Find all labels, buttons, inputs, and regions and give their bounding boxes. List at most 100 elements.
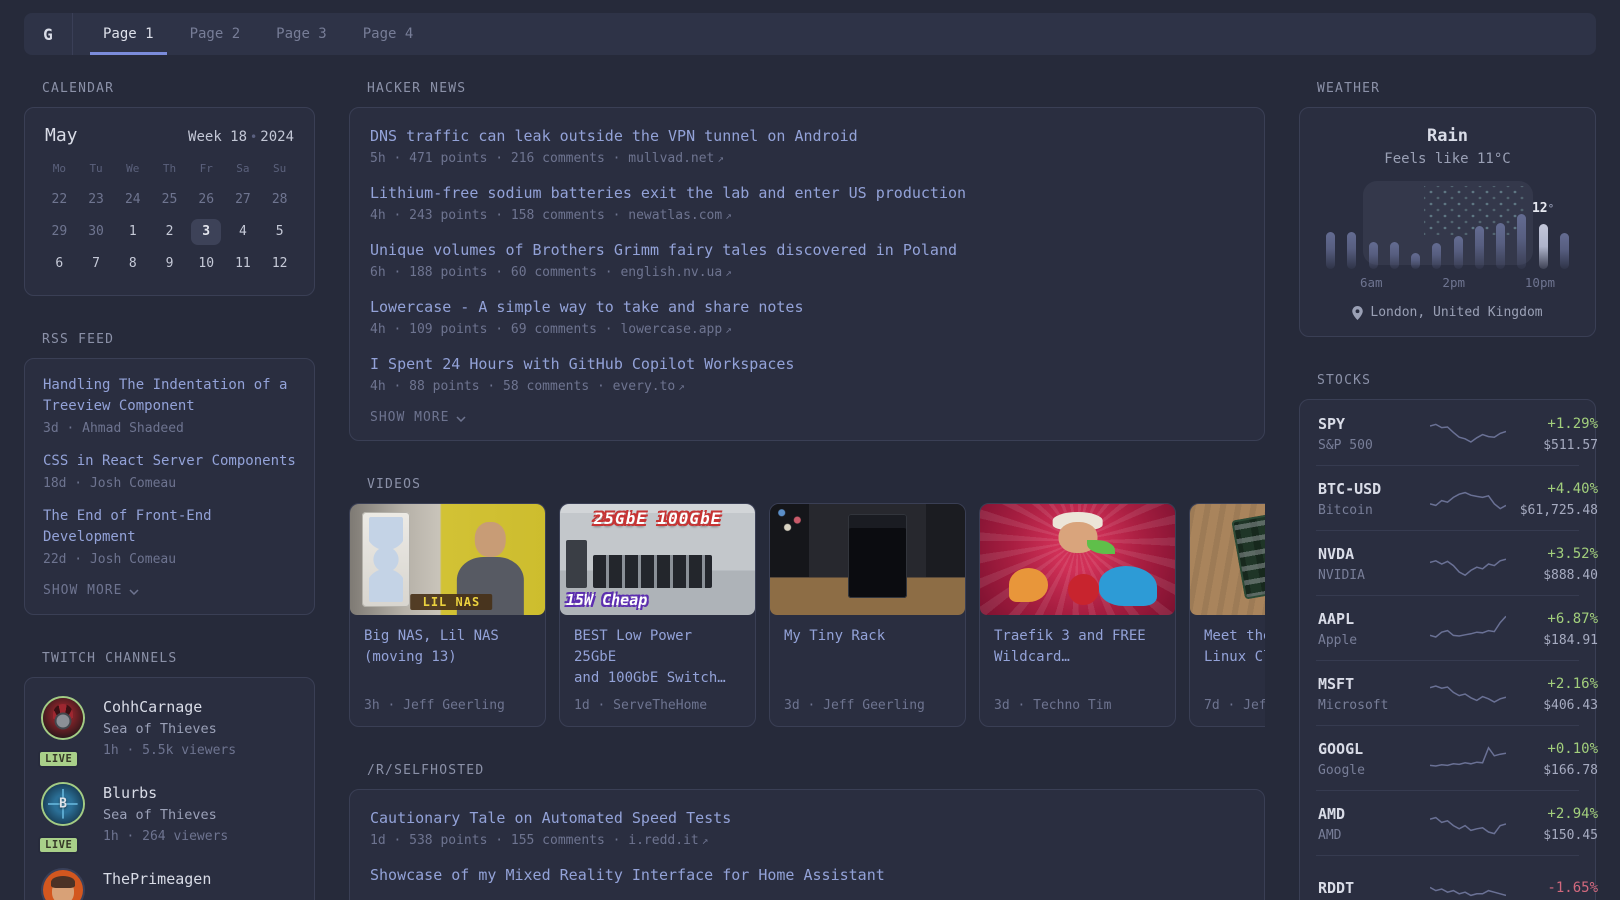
- tab-page-2[interactable]: Page 2: [177, 13, 254, 55]
- left-column: CALENDAR May Week 18 • 2024 Mo Tu We Th Fr Sa Su…: [24, 81, 315, 900]
- stock-row[interactable]: MSFT Microsoft +2.16% $406.43: [1316, 660, 1598, 725]
- thumbnail-art: [565, 539, 588, 589]
- weather-hour-slot: [1505, 275, 1525, 290]
- hackernews-item-domain-link[interactable]: mullvad.net: [628, 151, 714, 166]
- hackernews-item-title[interactable]: I Spent 24 Hours with GitHub Copilot Wor…: [370, 353, 1244, 375]
- stock-row[interactable]: AMD AMD +2.94% $150.45: [1316, 790, 1598, 855]
- stock-price: $184.91: [1543, 632, 1598, 648]
- stock-row[interactable]: SPY S&P 500 +1.29% $511.57: [1316, 401, 1598, 465]
- stock-row[interactable]: RDDT -1.65%: [1316, 855, 1598, 900]
- video-title[interactable]: Big NAS, Lil NAS (moving 13): [350, 615, 545, 668]
- video-thumbnail[interactable]: 25GbE 100GbE 15W Cheap: [560, 504, 755, 615]
- calendar-day-selected: 3: [188, 218, 225, 245]
- hackernews-show-more-button[interactable]: SHOW MORE: [370, 410, 1244, 425]
- video-card[interactable]: Traefik 3 and FREE Wildcard… 3d · Techno T…: [979, 503, 1176, 727]
- hackernews-item-title[interactable]: DNS traffic can leak outside the VPN tun…: [370, 125, 1244, 147]
- video-title[interactable]: Meet the Linux Clu: [1190, 615, 1265, 668]
- avatar[interactable]: C: [43, 698, 83, 738]
- avatar[interactable]: [43, 870, 83, 900]
- list-item: Lowercase - A simple way to take and sha…: [370, 296, 1244, 337]
- stock-row[interactable]: BTC-USD Bitcoin +4.40% $61,725.48: [1316, 465, 1598, 530]
- video-meta: 3h · Jeff Geerling: [364, 698, 505, 713]
- hackernews-item-domain-link[interactable]: lowercase.app: [620, 322, 722, 337]
- video-card[interactable]: LIL NAS Big NAS, Lil NAS (moving 13) 3h · J…: [349, 503, 546, 727]
- hackernews-item-title[interactable]: Unique volumes of Brothers Grimm fairy t…: [370, 239, 1244, 261]
- hackernews-item-domain-link[interactable]: every.to: [613, 379, 676, 394]
- tab-page-3[interactable]: Page 3: [263, 13, 340, 55]
- calendar-day: 7: [92, 256, 100, 271]
- stock-row[interactable]: NVDA NVIDIA +3.52% $888.40: [1316, 530, 1598, 595]
- thumbnail-art: [1231, 504, 1265, 600]
- twitch-channel-text: CohhCarnage Sea of Thieves 1h · 5.5k viewe…: [103, 696, 236, 761]
- video-meta: 3d · Techno Tim: [994, 698, 1112, 713]
- hackernews-item-domain-link[interactable]: newatlas.com: [628, 208, 722, 223]
- weather-hour-label: 2pm: [1442, 275, 1465, 290]
- twitch-channel-meta: 1h · 264 viewers: [103, 829, 229, 844]
- stock-sparkline: [1430, 803, 1506, 843]
- stock-row[interactable]: GOOGL Google +0.10% $166.78: [1316, 725, 1598, 790]
- stocks-list: SPY S&P 500 +1.29% $511.57 BTC-USD Bitcoin +4.…: [1316, 401, 1598, 900]
- weather-hour-slot: [1422, 275, 1442, 290]
- video-thumbnail[interactable]: [980, 504, 1175, 615]
- avatar[interactable]: B: [43, 784, 83, 824]
- twitch-channel-item[interactable]: C LIVE CohhCarnage Sea of Thieves 1h · 5.5k …: [38, 696, 296, 768]
- rss-item-title[interactable]: Handling The Indentation of a Treeview C…: [43, 375, 296, 417]
- twitch-channel-item[interactable]: B LIVE Blurbs Sea of Thieves 1h · 264 viewer…: [38, 782, 296, 854]
- stock-row[interactable]: AAPL Apple +6.87% $184.91: [1316, 595, 1598, 660]
- avatar-wrap: C LIVE: [38, 696, 87, 768]
- hackernews-item-title[interactable]: Lithium-free sodium batteries exit the l…: [370, 182, 1244, 204]
- rss-item-title[interactable]: The End of Front-End Development: [43, 506, 296, 548]
- video-title[interactable]: Traefik 3 and FREE Wildcard…: [980, 615, 1175, 668]
- hackernews-item-title[interactable]: Lowercase - A simple way to take and sha…: [370, 296, 1244, 318]
- stock-change: +4.40%: [1547, 480, 1598, 497]
- stock-name: AMD: [1318, 827, 1342, 843]
- twitch-channel-name[interactable]: ThePrimeagen: [103, 868, 211, 890]
- video-thumbnail[interactable]: FAS: [1190, 504, 1265, 615]
- reddit-item-title[interactable]: Showcase of my Mixed Reality Interface f…: [370, 864, 1244, 886]
- stock-name: Bitcoin: [1318, 502, 1373, 518]
- video-card[interactable]: FAS Meet the Linux Clu 7d · Jeff: [1189, 503, 1265, 727]
- video-thumbnail[interactable]: LIL NAS: [350, 504, 545, 615]
- hackernews-item-domain-link[interactable]: english.nv.ua: [620, 265, 722, 280]
- stock-values: +0.10% $166.78: [1506, 739, 1598, 778]
- weather-bar: [1411, 253, 1421, 269]
- calendar-day: 23: [88, 192, 104, 207]
- video-thumbnail[interactable]: [770, 504, 965, 615]
- thumbnail-art: [1067, 573, 1099, 606]
- tab-page-1[interactable]: Page 1: [90, 13, 167, 55]
- video-title[interactable]: BEST Low Power 25GbE and 100GbE Switch…: [560, 615, 755, 689]
- rss-show-more-button[interactable]: SHOW MORE: [43, 583, 296, 598]
- video-card[interactable]: 25GbE 100GbE 15W Cheap BEST Low Power 25Gb…: [559, 503, 756, 727]
- hackernews-item-meta: 4h · 88 points · 58 comments · every.to ↗: [370, 379, 685, 394]
- section-label-twitch: TWITCH CHANNELS: [42, 651, 178, 666]
- twitch-list: C LIVE CohhCarnage Sea of Thieves 1h · 5.5k …: [38, 696, 296, 900]
- rss-item-title[interactable]: CSS in React Server Components: [43, 451, 296, 472]
- twitch-channel-name[interactable]: CohhCarnage: [103, 696, 236, 718]
- twitch-channel-name[interactable]: Blurbs: [103, 782, 228, 804]
- reddit-item-title[interactable]: Cautionary Tale on Automated Speed Tests: [370, 807, 1244, 829]
- reddit-item-domain-link[interactable]: i.redd.it: [628, 833, 698, 848]
- weather-bar-slot: 12°: [1532, 181, 1554, 269]
- app-logo[interactable]: G: [24, 13, 73, 55]
- stock-price: $406.43: [1543, 697, 1598, 713]
- weather-bar-slot: [1341, 181, 1362, 269]
- hackernews-item-meta: 4h · 109 points · 69 comments · lowercas…: [370, 322, 732, 337]
- twitch-channel-game: Sea of Thieves: [103, 807, 217, 823]
- weather-bar: [1432, 243, 1442, 269]
- video-title[interactable]: My Tiny Rack: [770, 615, 965, 647]
- thumbnail-art: [1009, 568, 1049, 602]
- stock-name: NVIDIA: [1318, 567, 1365, 583]
- calendar-weekday: Tu: [89, 162, 103, 175]
- calendar-day: 28: [271, 192, 288, 207]
- dashboard-columns: CALENDAR May Week 18 • 2024 Mo Tu We Th Fr Sa Su…: [24, 55, 1598, 900]
- rss-list: Handling The Indentation of a Treeview C…: [43, 375, 296, 567]
- weather-bar-slot: [1511, 181, 1532, 269]
- stock-name: Apple: [1318, 632, 1358, 648]
- video-card[interactable]: My Tiny Rack 3d · Jeff Geerling: [769, 503, 966, 727]
- weather-hour-label: 6am: [1359, 275, 1383, 290]
- tab-page-4[interactable]: Page 4: [350, 13, 427, 55]
- twitch-channel-item[interactable]: ThePrimeagen: [43, 868, 296, 900]
- hackernews-item-meta: 6h · 188 points · 60 comments · english.…: [370, 265, 732, 280]
- list-item: Showcase of my Mixed Reality Interface f…: [370, 864, 1244, 886]
- weather-hour-slot: [1555, 275, 1575, 290]
